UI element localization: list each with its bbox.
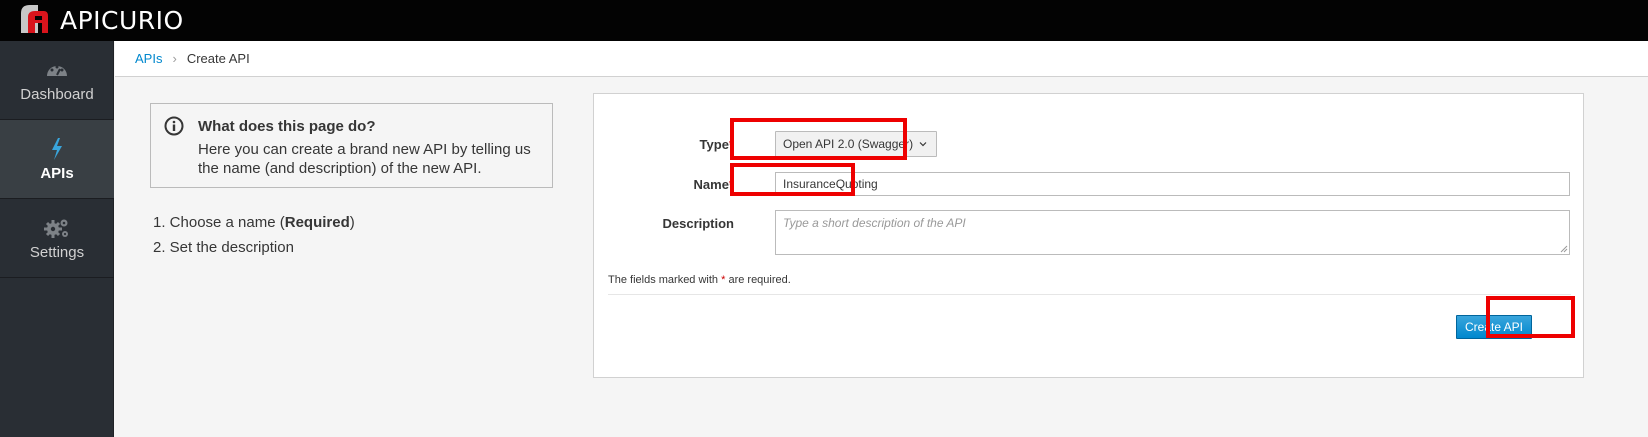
breadcrumb-current: Create API (186, 51, 250, 66)
step-text: 1. Choose a name ( (153, 214, 285, 231)
description-placeholder: Type a short description of the API (783, 216, 966, 230)
type-label: Type* (594, 137, 734, 152)
dashboard-icon (45, 58, 69, 82)
sidebar-item-label: Dashboard (20, 85, 94, 103)
description-label: Description (662, 216, 734, 231)
label-text: Name (693, 177, 729, 192)
step-text: ) (349, 214, 355, 231)
info-icon (164, 116, 184, 136)
type-dropdown-value: Open API 2.0 (Swagger) (783, 137, 914, 151)
steps-list: 1. Choose a name (Required) 2. Set the d… (153, 210, 355, 260)
help-box: What does this page do? Here you can cre… (150, 103, 553, 188)
step-item: 2. Set the description (153, 239, 294, 256)
label-text: Type (699, 137, 729, 152)
brand-name: APICURIO (60, 6, 184, 35)
sidebar-item-label: APIs (40, 164, 74, 182)
sidebar-item-label: Settings (29, 243, 85, 261)
step-item: 1. Choose a name (Required) (153, 210, 355, 235)
help-text: Here you can create a brand new API by t… (198, 141, 531, 177)
sidebar: Dashboard APIs Settings (0, 41, 114, 437)
name-input[interactable]: InsuranceQuoting (775, 172, 1570, 196)
breadcrumb-apis-link[interactable]: APIs (135, 51, 162, 66)
sidebar-item-settings[interactable]: Settings (0, 199, 114, 278)
required-note: The fields marked with * are required. (608, 274, 791, 286)
resize-grip-icon[interactable] (1560, 245, 1568, 253)
help-title: What does this page do? (198, 118, 376, 135)
required-marker: * (728, 137, 734, 152)
name-label: Name* (594, 177, 734, 192)
bolt-icon (50, 137, 64, 161)
required-marker: * (728, 177, 734, 192)
chevron-down-icon (919, 142, 927, 147)
breadcrumb: APIs › Create API (115, 41, 1648, 77)
breadcrumb-separator: › (172, 51, 177, 66)
type-dropdown[interactable]: Open API 2.0 (Swagger) (775, 131, 937, 157)
top-navbar: APICURIO (0, 0, 1648, 41)
note-text: are required. (725, 274, 791, 286)
sidebar-item-apis[interactable]: APIs (0, 120, 114, 199)
apicurio-logo-icon (21, 5, 48, 33)
create-api-button[interactable]: Create API (1456, 315, 1532, 339)
main-content: APIs › Create API What does this page do… (115, 41, 1648, 437)
note-text: The fields marked with (608, 274, 722, 286)
step-required-emphasis: Required (284, 214, 350, 231)
gears-icon (44, 216, 70, 240)
sidebar-item-dashboard[interactable]: Dashboard (0, 41, 114, 120)
create-api-form: Type* Open API 2.0 (Swagger) Name* Insur… (593, 93, 1584, 378)
form-divider (608, 294, 1571, 295)
description-textarea[interactable]: Type a short description of the API (775, 210, 1570, 255)
